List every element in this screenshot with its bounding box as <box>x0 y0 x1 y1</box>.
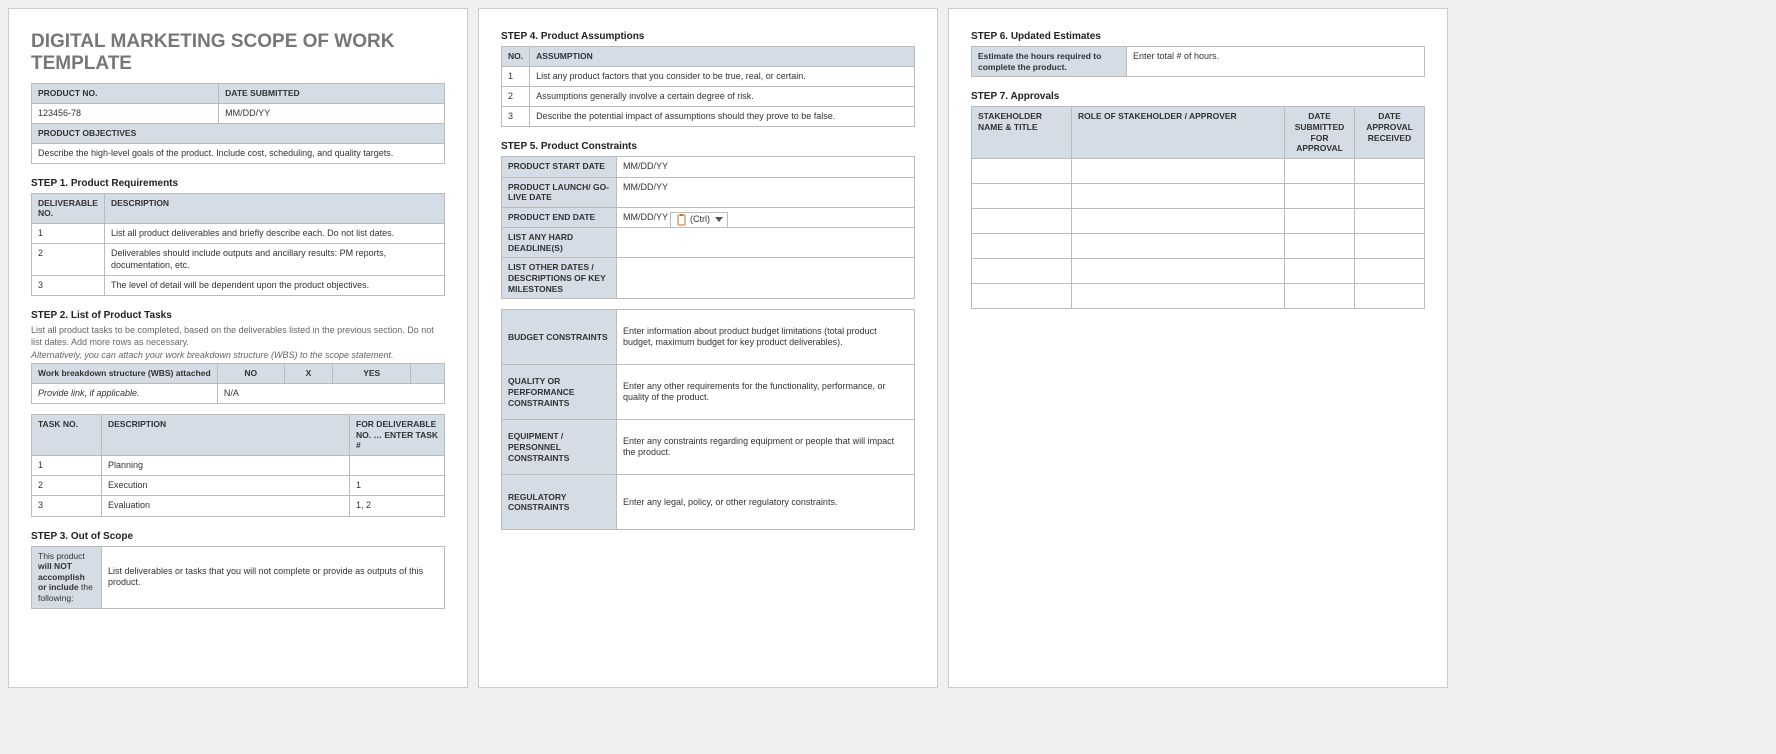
header-product-no: PRODUCT NO. <box>32 84 219 104</box>
wbs-yes: YES <box>333 364 411 384</box>
step7-h-sub: DATE SUBMITTED FOR APPROVAL <box>1285 107 1355 159</box>
step7-h-name: STAKEHOLDER NAME & TITLE <box>972 107 1072 159</box>
wbs-label: Work breakdown structure (WBS) attached <box>32 364 218 384</box>
step3-title: STEP 3. Out of Scope <box>31 531 445 542</box>
cell-objectives[interactable]: Describe the high-level goals of the pro… <box>32 143 445 163</box>
step4-h-no: NO. <box>502 47 530 67</box>
step3-table: This product will NOT accomplish or incl… <box>31 546 445 609</box>
cell-date-submitted[interactable]: MM/DD/YY <box>219 103 445 123</box>
table-row: 1Planning <box>32 455 445 475</box>
step1-table: DELIVERABLE NO. DESCRIPTION 1List all pr… <box>31 193 445 296</box>
table-row <box>972 258 1425 283</box>
table-row: 2Deliverables should include outputs and… <box>32 244 445 276</box>
step1-h-no: DELIVERABLE NO. <box>32 193 105 223</box>
step6-label: Estimate the hours required to complete … <box>972 47 1127 77</box>
header-date-submitted: DATE SUBMITTED <box>219 84 445 104</box>
step2-title: STEP 2. List of Product Tasks <box>31 310 445 321</box>
step5-dates: PRODUCT START DATEMM/DD/YY PRODUCT LAUNC… <box>501 156 915 299</box>
step5-constraints: BUDGET CONSTRAINTSEnter information abou… <box>501 309 915 530</box>
chevron-down-icon <box>715 217 723 222</box>
table-row <box>972 208 1425 233</box>
step3-value[interactable]: List deliverables or tasks that you will… <box>102 546 445 608</box>
tasks-h-desc: DESCRIPTION <box>102 414 350 455</box>
header-objectives: PRODUCT OBJECTIVES <box>32 123 445 143</box>
tasks-table: TASK NO. DESCRIPTION FOR DELIVERABLE NO.… <box>31 414 445 517</box>
step7-table: STAKEHOLDER NAME & TITLE ROLE OF STAKEHO… <box>971 106 1425 309</box>
step7-title: STEP 7. Approvals <box>971 91 1425 102</box>
step2-sub2: Alternatively, you can attach your work … <box>31 350 445 362</box>
table-row: 3The level of detail will be dependent u… <box>32 275 445 295</box>
step6-title: STEP 6. Updated Estimates <box>971 31 1425 42</box>
step7-h-role: ROLE OF STAKEHOLDER / APPROVER <box>1072 107 1285 159</box>
step7-h-rec: DATE APPROVAL RECEIVED <box>1355 107 1425 159</box>
wbs-no: NO <box>217 364 284 384</box>
step4-table: NO. ASSUMPTION 1List any product factors… <box>501 46 915 127</box>
link-label: Provide link, if applicable. <box>32 383 218 403</box>
end-date-cell[interactable]: MM/DD/YY (Ctrl) <box>617 207 915 227</box>
table-row: 1List any product factors that you consi… <box>502 66 915 86</box>
table-row: 3Describe the potential impact of assump… <box>502 107 915 127</box>
wbs-yes-val[interactable] <box>411 364 445 384</box>
document-title: DIGITAL MARKETING SCOPE OF WORK TEMPLATE <box>31 31 445 75</box>
step4-title: STEP 4. Product Assumptions <box>501 31 915 42</box>
table-row <box>972 158 1425 183</box>
page-2: STEP 4. Product Assumptions NO. ASSUMPTI… <box>478 8 938 688</box>
step5-title: STEP 5. Product Constraints <box>501 141 915 152</box>
table-row: 2Assumptions generally involve a certain… <box>502 86 915 106</box>
table-row <box>972 233 1425 258</box>
step6-value[interactable]: Enter total # of hours. <box>1127 47 1425 77</box>
table-row <box>972 283 1425 308</box>
table-row: 2Execution1 <box>32 476 445 496</box>
tasks-h-for: FOR DELIVERABLE NO. … ENTER TASK # <box>350 414 445 455</box>
step1-h-desc: DESCRIPTION <box>104 193 444 223</box>
step3-label: This product will NOT accomplish or incl… <box>32 546 102 608</box>
cell-product-no[interactable]: 123456-78 <box>32 103 219 123</box>
link-value[interactable]: N/A <box>217 383 444 403</box>
page-3: STEP 6. Updated Estimates Estimate the h… <box>948 8 1448 688</box>
clipboard-icon <box>675 214 687 226</box>
page-1: DIGITAL MARKETING SCOPE OF WORK TEMPLATE… <box>8 8 468 688</box>
header-table: PRODUCT NO. DATE SUBMITTED 123456-78 MM/… <box>31 83 445 164</box>
step2-sub1: List all product tasks to be completed, … <box>31 325 445 348</box>
step4-h-assumption: ASSUMPTION <box>530 47 915 67</box>
step6-table: Estimate the hours required to complete … <box>971 46 1425 77</box>
table-row: 3Evaluation1, 2 <box>32 496 445 516</box>
paste-options-popup[interactable]: (Ctrl) <box>670 212 728 228</box>
wbs-table: Work breakdown structure (WBS) attached … <box>31 363 445 404</box>
wbs-x[interactable]: X <box>284 364 333 384</box>
tasks-h-no: TASK NO. <box>32 414 102 455</box>
table-row <box>972 183 1425 208</box>
table-row: 1List all product deliverables and brief… <box>32 224 445 244</box>
step1-title: STEP 1. Product Requirements <box>31 178 445 189</box>
